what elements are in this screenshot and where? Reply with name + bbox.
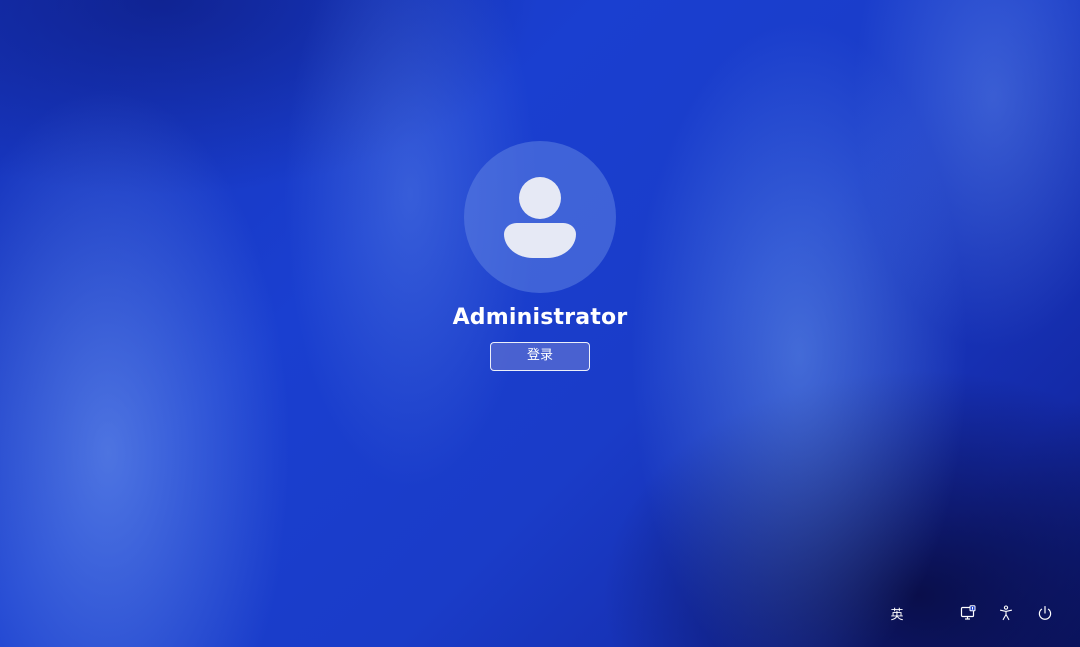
avatar-shoulders bbox=[504, 223, 576, 258]
power-icon bbox=[1037, 605, 1053, 621]
user-avatar bbox=[464, 141, 616, 293]
avatar-head bbox=[519, 177, 561, 219]
power-button[interactable] bbox=[1030, 598, 1060, 628]
network-button[interactable] bbox=[953, 598, 983, 628]
network-display-icon bbox=[960, 605, 976, 621]
sign-in-button[interactable]: 登录 bbox=[490, 342, 590, 371]
accessibility-icon bbox=[998, 605, 1014, 621]
user-name: Administrator bbox=[452, 305, 628, 330]
accessibility-button[interactable] bbox=[991, 598, 1021, 628]
bottom-right-tray: 英 bbox=[0, 598, 1080, 628]
input-method-indicator[interactable]: 英 bbox=[882, 598, 912, 628]
